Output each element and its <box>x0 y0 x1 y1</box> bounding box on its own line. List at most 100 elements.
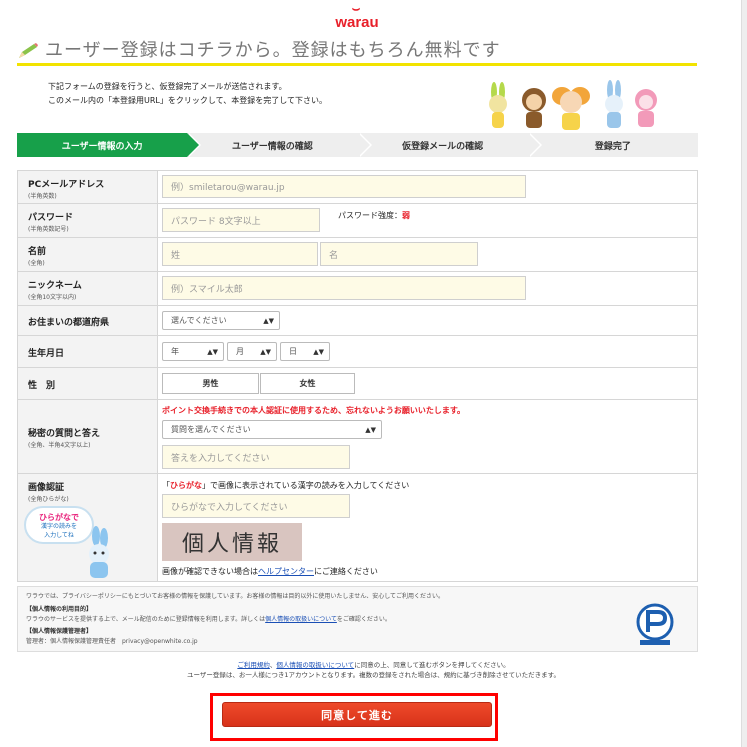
step-2: ユーザー情報の確認 <box>187 133 372 157</box>
name-label-cell: 名前 (全角) <box>18 238 158 271</box>
logo-text: warau <box>335 14 379 31</box>
mascot-girl <box>552 87 590 130</box>
bubble-line-1: ひらがなで <box>39 513 79 522</box>
birth-year-select[interactable]: 年 ▲▼ <box>162 342 224 361</box>
privacy-manager-title: 【個人情報保護管理者】 <box>26 628 93 635</box>
name-sub: (全角) <box>28 260 45 267</box>
rabbit-mascot-icon <box>89 526 109 578</box>
row-birthday: 生年月日 <box>17 336 698 368</box>
name-label: 名前 <box>28 247 47 257</box>
privacy-manager-text: 管理者：個人情報保護管理責任者 privacy@openwhite.co.jp <box>26 638 198 645</box>
password-strength: パスワード強度：弱 <box>338 210 410 221</box>
secret-warning: ポイント交換手続きでの本人認証に使用するため、忘れないようお願いいたします。 <box>162 406 466 415</box>
password-strength-label: パスワード強度： <box>338 211 402 220</box>
privacy-purpose-title: 【個人情報の利用目的】 <box>26 606 93 613</box>
nickname-label: ニックネーム <box>28 281 82 291</box>
captcha-help-suffix: にご連絡ください <box>314 567 378 576</box>
pencil-icon <box>19 43 38 58</box>
step-1-label: ユーザー情報の入力 <box>61 141 143 152</box>
privacy-mark-icon <box>636 603 674 645</box>
step-3: 仮登録メールの確認 <box>357 133 542 157</box>
step-2-label: ユーザー情報の確認 <box>231 141 313 152</box>
mascots-illustration <box>489 80 657 130</box>
step-3-label: 仮登録メールの確認 <box>402 141 484 152</box>
captcha-note-prefix: 「 <box>162 481 170 490</box>
intro-line-1: 下記フォームの登録を行うと、仮登録完了メールが送信されます。 <box>48 82 287 91</box>
gender-male-button[interactable]: 男性 <box>162 373 259 394</box>
email-field[interactable]: 例）smiletarou@warau.jp <box>162 175 526 198</box>
privacy-handling-link[interactable]: 個人情報の取扱いについて <box>276 661 354 669</box>
privacy-purpose-end: をご確認ください。 <box>336 616 391 623</box>
help-center-link[interactable]: ヘルプセンター <box>258 567 314 576</box>
birthday-label-cell: 生年月日 <box>18 336 158 367</box>
secret-question-select[interactable]: 質問を選んでください ▲▼ <box>162 420 382 439</box>
nickname-sub: (全角10文字以内) <box>28 294 77 301</box>
prefecture-select[interactable]: 選んでください ▲▼ <box>162 311 280 330</box>
gender-label-cell: 性 別 <box>18 368 158 399</box>
birth-year-value: 年 <box>171 347 179 356</box>
captcha-answer-field[interactable]: ひらがなで入力してください <box>162 494 350 518</box>
first-name-field[interactable]: 名 <box>320 242 478 266</box>
captcha-sub: (全角ひらがな) <box>28 496 69 503</box>
intro-text: 下記フォームの登録を行うと、仮登録完了メールが送信されます。 このメール内の「本… <box>48 80 468 108</box>
gender-label: 性 別 <box>28 381 56 391</box>
secret-question-value: 質問を選んでください <box>171 425 251 434</box>
gender-female-button[interactable]: 女性 <box>260 373 355 394</box>
select-caret-icon: ▲▼ <box>365 425 376 434</box>
page-title: ユーザー登録はコチラから。登録はもちろん無料です <box>45 40 501 61</box>
captcha-help: 画像が確認できない場合はヘルプセンターにご連絡ください <box>162 566 378 577</box>
birthday-label: 生年月日 <box>28 349 65 359</box>
email-label-cell: PCメールアドレス (半角英数) <box>18 171 158 203</box>
secret-sub: (全角、半角4文字以上) <box>28 442 91 449</box>
mascot-monkey <box>522 88 546 128</box>
password-label: パスワード <box>28 213 74 223</box>
agree-notice: ご利用規約、個人情報の取扱いについてに同意の上、同意して進むボタンを押してくださ… <box>0 660 747 680</box>
agree-line-2: ユーザー登録は、お一人様につき1アカウントとなります。複数の登録をされた場合は、… <box>186 671 560 679</box>
last-name-field[interactable]: 姓 <box>162 242 318 266</box>
agree-line-1-end: に同意の上、同意して進むボタンを押してください。 <box>354 661 510 669</box>
privacy-notice: ワラウでは、プライバシーポリシーにもとづいてお客様の情報を保護しています。お客様… <box>17 586 698 652</box>
password-field[interactable]: パスワード 8文字以上 <box>162 208 320 232</box>
mascot-pink <box>635 89 657 127</box>
secret-label-cell: 秘密の質問と答え (全角、半角4文字以上) <box>18 400 158 473</box>
step-1: ユーザー情報の入力 <box>17 133 202 157</box>
step-4: 登録完了 <box>527 133 698 157</box>
privacy-policy-link[interactable]: 個人情報の取扱いについて <box>265 616 337 623</box>
agree-and-proceed-button[interactable]: 同意して進む <box>222 702 492 727</box>
password-label-cell: パスワード (半角英数記号) <box>18 204 158 237</box>
prefecture-label-cell: お住まいの都道府県 <box>18 306 158 335</box>
birth-day-value: 日 <box>289 347 297 356</box>
birth-day-select[interactable]: 日 ▲▼ <box>280 342 330 361</box>
warau-logo[interactable]: ⌣ warau <box>322 3 392 34</box>
captcha-label: 画像認証 <box>28 483 65 493</box>
select-caret-icon: ▲▼ <box>263 316 274 325</box>
select-caret-icon: ▲▼ <box>313 347 324 356</box>
window-scrollbar[interactable] <box>741 0 747 747</box>
password-sub: (半角英数記号) <box>28 226 69 233</box>
email-label: PCメールアドレス <box>28 180 105 190</box>
captcha-note-highlight: ひらがな <box>170 481 202 490</box>
nickname-label-cell: ニックネーム (全角10文字以内) <box>18 272 158 305</box>
secret-label: 秘密の質問と答え <box>28 429 101 439</box>
select-caret-icon: ▲▼ <box>260 347 271 356</box>
intro-line-2: このメール内の「本登録用URL」をクリックして、本登録を完了して下さい。 <box>48 96 327 105</box>
captcha-note-suffix: 」で画像に表示されている漢字の読みを入力してください <box>202 481 410 490</box>
password-strength-value: 弱 <box>402 211 410 220</box>
privacy-line-1: ワラウでは、プライバシーポリシーにもとづいてお客様の情報を保護しています。お客様… <box>26 593 445 600</box>
email-sub: (半角英数) <box>28 193 57 200</box>
captcha-help-prefix: 画像が確認できない場合は <box>162 567 258 576</box>
birth-month-select[interactable]: 月 ▲▼ <box>227 342 277 361</box>
captcha-image: 個人情報 <box>162 523 302 561</box>
nickname-field[interactable]: 例）スマイル太郎 <box>162 276 526 300</box>
prefecture-value: 選んでください <box>171 316 227 325</box>
birth-month-value: 月 <box>236 347 244 356</box>
privacy-purpose-text: ワラウのサービスを提供する上で、メール配信のために登録情報を利用します。詳しくは <box>26 616 266 623</box>
mascot-rabbit-green <box>489 82 507 128</box>
row-gender: 性 別 <box>17 368 698 400</box>
captcha-instruction: 「ひらがな」で画像に表示されている漢字の読みを入力してください <box>162 480 409 491</box>
terms-link[interactable]: ご利用規約 <box>237 661 270 669</box>
row-prefecture: お住まいの都道府県 <box>17 306 698 336</box>
prefecture-label: お住まいの都道府県 <box>28 318 110 328</box>
select-caret-icon: ▲▼ <box>207 347 218 356</box>
secret-answer-field[interactable]: 答えを入力してください <box>162 445 350 469</box>
